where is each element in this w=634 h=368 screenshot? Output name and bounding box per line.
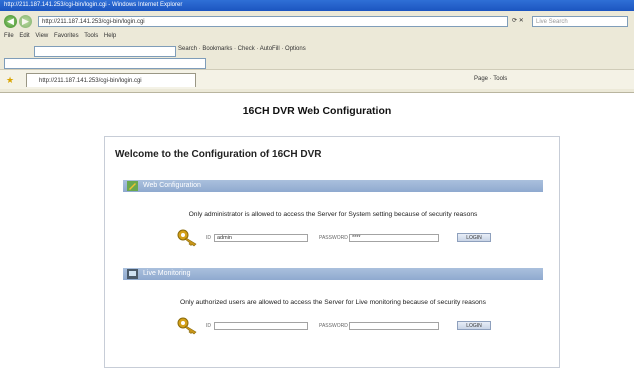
live-id-input[interactable] xyxy=(214,322,308,330)
live-password-input[interactable] xyxy=(349,322,439,330)
menu-help[interactable]: Help xyxy=(104,33,116,39)
menu-tools[interactable]: Tools xyxy=(84,33,98,39)
menu-edit[interactable]: Edit xyxy=(19,33,29,39)
menu-bar: File Edit View Favorites Tools Help xyxy=(4,33,120,39)
web-id-label: ID xyxy=(206,235,211,241)
tab-tools[interactable]: Page · Tools xyxy=(474,76,507,82)
welcome-heading: Welcome to the Configuration of 16CH DVR xyxy=(115,149,322,160)
web-login-button[interactable]: LOGIN xyxy=(457,233,491,242)
back-button[interactable]: ◀ xyxy=(4,15,17,28)
live-monitoring-section-header: Live Monitoring xyxy=(123,268,543,280)
page-title: 16CH DVR Web Configuration xyxy=(242,105,392,117)
web-config-section-header: Web Configuration xyxy=(123,180,543,192)
web-config-description: Only administrator is allowed to access … xyxy=(188,211,478,218)
tab-row: ★ http://211.187.141.253/cgi-bin/login.c… xyxy=(0,69,634,89)
key-icon xyxy=(177,229,197,247)
address-bar[interactable]: http://211.187.141.253/cgi-bin/login.cgi xyxy=(38,16,508,27)
live-monitoring-heading: Live Monitoring xyxy=(143,270,191,277)
forward-button[interactable]: ▶ xyxy=(19,15,32,28)
live-login-button[interactable]: LOGIN xyxy=(457,321,491,330)
links-bar[interactable] xyxy=(4,58,206,69)
menu-view[interactable]: View xyxy=(35,33,48,39)
refresh-icon[interactable]: ⟳ ✕ xyxy=(512,17,524,24)
toolbar-row: Search · Bookmarks · Check · AutoFill · … xyxy=(0,45,634,57)
live-id-label: ID xyxy=(206,323,211,329)
menu-file[interactable]: File xyxy=(4,33,14,39)
tab-current-page[interactable]: http://211.187.141.253/cgi-bin/login.cgi xyxy=(26,73,196,87)
toolbar-search-input[interactable] xyxy=(34,46,176,57)
window-title: http://211.187.141.253/cgi-bin/login.cgi… xyxy=(0,0,634,11)
web-config-heading: Web Configuration xyxy=(143,182,201,189)
menu-row: File Edit View Favorites Tools Help xyxy=(0,32,634,44)
browser-chrome: ◀ ▶ http://211.187.141.253/cgi-bin/login… xyxy=(0,11,634,93)
monitor-icon xyxy=(127,269,138,279)
search-input[interactable]: Live Search xyxy=(532,16,628,27)
web-password-input[interactable]: **** xyxy=(349,234,439,242)
web-password-label: PASSWORD xyxy=(319,235,348,241)
links-row xyxy=(0,57,634,69)
live-monitoring-description: Only authorized users are allowed to acc… xyxy=(180,299,486,306)
toolbar-links[interactable]: Search · Bookmarks · Check · AutoFill · … xyxy=(178,46,306,52)
address-row: ◀ ▶ http://211.187.141.253/cgi-bin/login… xyxy=(0,13,634,31)
config-panel: Welcome to the Configuration of 16CH DVR… xyxy=(104,136,560,368)
menu-favorites[interactable]: Favorites xyxy=(54,33,79,39)
key-icon xyxy=(177,317,197,335)
favorites-star-icon[interactable]: ★ xyxy=(6,75,14,86)
web-id-input[interactable]: admin xyxy=(214,234,308,242)
live-password-label: PASSWORD xyxy=(319,323,348,329)
pencil-icon xyxy=(127,181,138,191)
